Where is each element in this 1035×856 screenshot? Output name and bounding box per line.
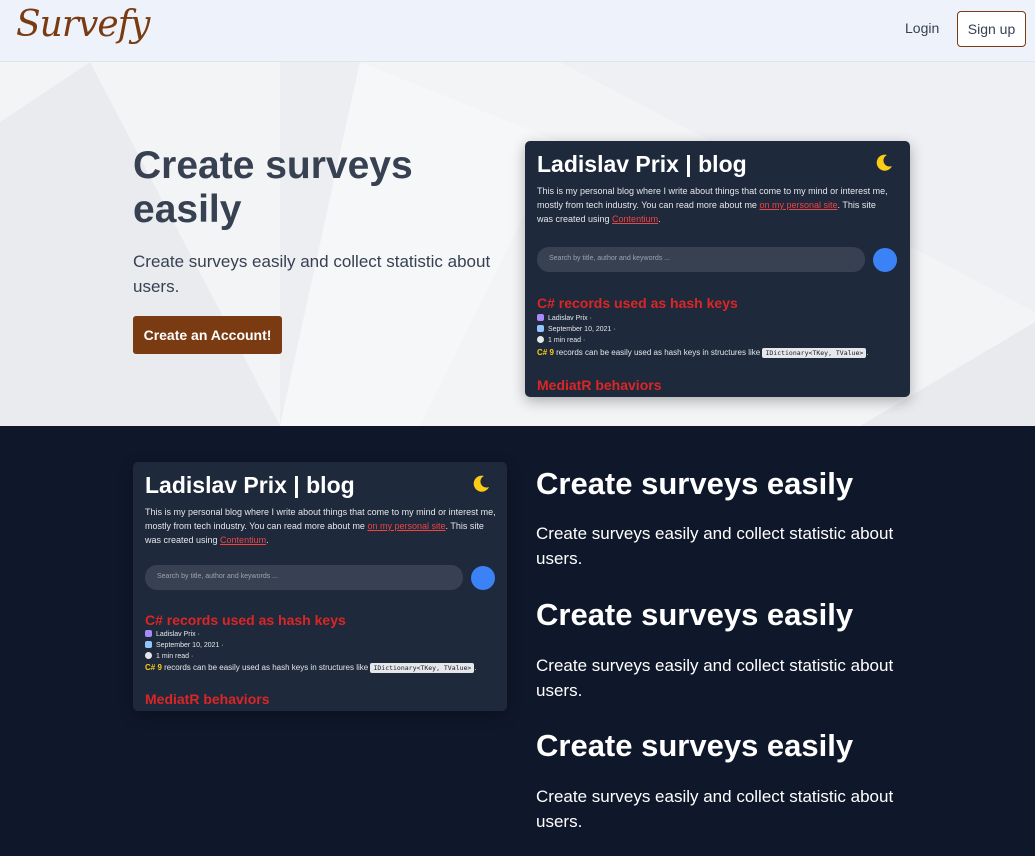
post-read-text: 1 min read · xyxy=(548,337,586,344)
login-link[interactable]: Login xyxy=(905,20,939,36)
blog-desc-end: . xyxy=(658,214,661,224)
contentium-link[interactable]: Contentium xyxy=(220,535,266,545)
blog-description: This is my personal blog where I write a… xyxy=(537,184,892,226)
feature-title: Create surveys easily xyxy=(536,466,854,501)
top-navbar: Survefy Login Sign up xyxy=(0,0,1035,62)
post-excerpt-text: records can be easily used as hash keys … xyxy=(553,348,763,357)
blog-description: This is my personal blog where I write a… xyxy=(145,505,500,547)
post-excerpt-text: records can be easily used as hash keys … xyxy=(161,663,371,672)
blog-desc-end: . xyxy=(266,535,269,545)
feature-text: Create surveys easily and collect statis… xyxy=(536,787,894,831)
personal-site-link[interactable]: on my personal site xyxy=(367,521,445,531)
calendar-icon xyxy=(537,325,544,332)
moon-icon[interactable] xyxy=(874,153,894,173)
clock-icon xyxy=(145,652,152,659)
moon-icon[interactable] xyxy=(471,474,491,494)
search-button[interactable] xyxy=(873,248,897,272)
post-code: IDictionary<TKey, TValue> xyxy=(762,348,867,358)
post-date: September 10, 2021 · xyxy=(537,325,616,333)
blog-title: Ladislav Prix | blog xyxy=(145,472,355,498)
post-title-2[interactable]: MediatR behaviors xyxy=(145,691,269,707)
post-read-text: 1 min read · xyxy=(156,653,194,660)
post-author-text: Ladislav Prix · xyxy=(156,631,200,638)
post-excerpt-end: . xyxy=(474,663,477,672)
personal-site-link[interactable]: on my personal site xyxy=(759,200,837,210)
post-title-2[interactable]: MediatR behaviors xyxy=(537,377,661,393)
post-title[interactable]: C# records used as hash keys xyxy=(145,612,346,628)
post-excerpt-end: . xyxy=(866,348,869,357)
post-date: September 10, 2021 · xyxy=(145,641,224,649)
post-author-text: Ladislav Prix · xyxy=(548,315,592,322)
contentium-link[interactable]: Contentium xyxy=(612,214,658,224)
post-date-text: September 10, 2021 · xyxy=(156,642,224,649)
post-title[interactable]: C# records used as hash keys xyxy=(537,295,738,311)
author-icon xyxy=(145,630,152,637)
feature-text: Create surveys easily and collect statis… xyxy=(536,656,894,700)
post-read-time: 1 min read · xyxy=(537,336,585,344)
post-code: IDictionary<TKey, TValue> xyxy=(370,663,475,673)
calendar-icon xyxy=(145,641,152,648)
post-author: Ladislav Prix · xyxy=(145,630,200,638)
hero-subtitle: Create surveys easily and collect statis… xyxy=(133,252,491,296)
blog-search-input[interactable]: Search by title, author and keywords ... xyxy=(145,565,463,590)
author-icon xyxy=(537,314,544,321)
post-excerpt: C# 9 records can be easily used as hash … xyxy=(145,663,477,673)
blog-preview-card-2: Ladislav Prix | blog This is my personal… xyxy=(133,462,507,711)
create-account-button[interactable]: Create an Account! xyxy=(133,316,282,354)
post-lang: C# 9 xyxy=(537,348,554,357)
post-read-time: 1 min read · xyxy=(145,652,193,660)
post-excerpt: C# 9 records can be easily used as hash … xyxy=(537,348,869,358)
feature-text: Create surveys easily and collect statis… xyxy=(536,524,894,568)
feature-title: Create surveys easily xyxy=(536,597,854,632)
post-date-text: September 10, 2021 · xyxy=(548,326,616,333)
blog-search-input[interactable]: Search by title, author and keywords ... xyxy=(537,247,865,272)
hero-title: Create surveys easily xyxy=(133,144,413,231)
post-author: Ladislav Prix · xyxy=(537,314,592,322)
search-button[interactable] xyxy=(471,566,495,590)
post-lang: C# 9 xyxy=(145,663,162,672)
blog-preview-card: Ladislav Prix | blog This is my personal… xyxy=(525,141,910,397)
logo[interactable]: Survefy xyxy=(16,4,150,45)
clock-icon xyxy=(537,336,544,343)
signup-button[interactable]: Sign up xyxy=(957,11,1026,47)
feature-title: Create surveys easily xyxy=(536,728,854,763)
blog-title: Ladislav Prix | blog xyxy=(537,151,747,177)
